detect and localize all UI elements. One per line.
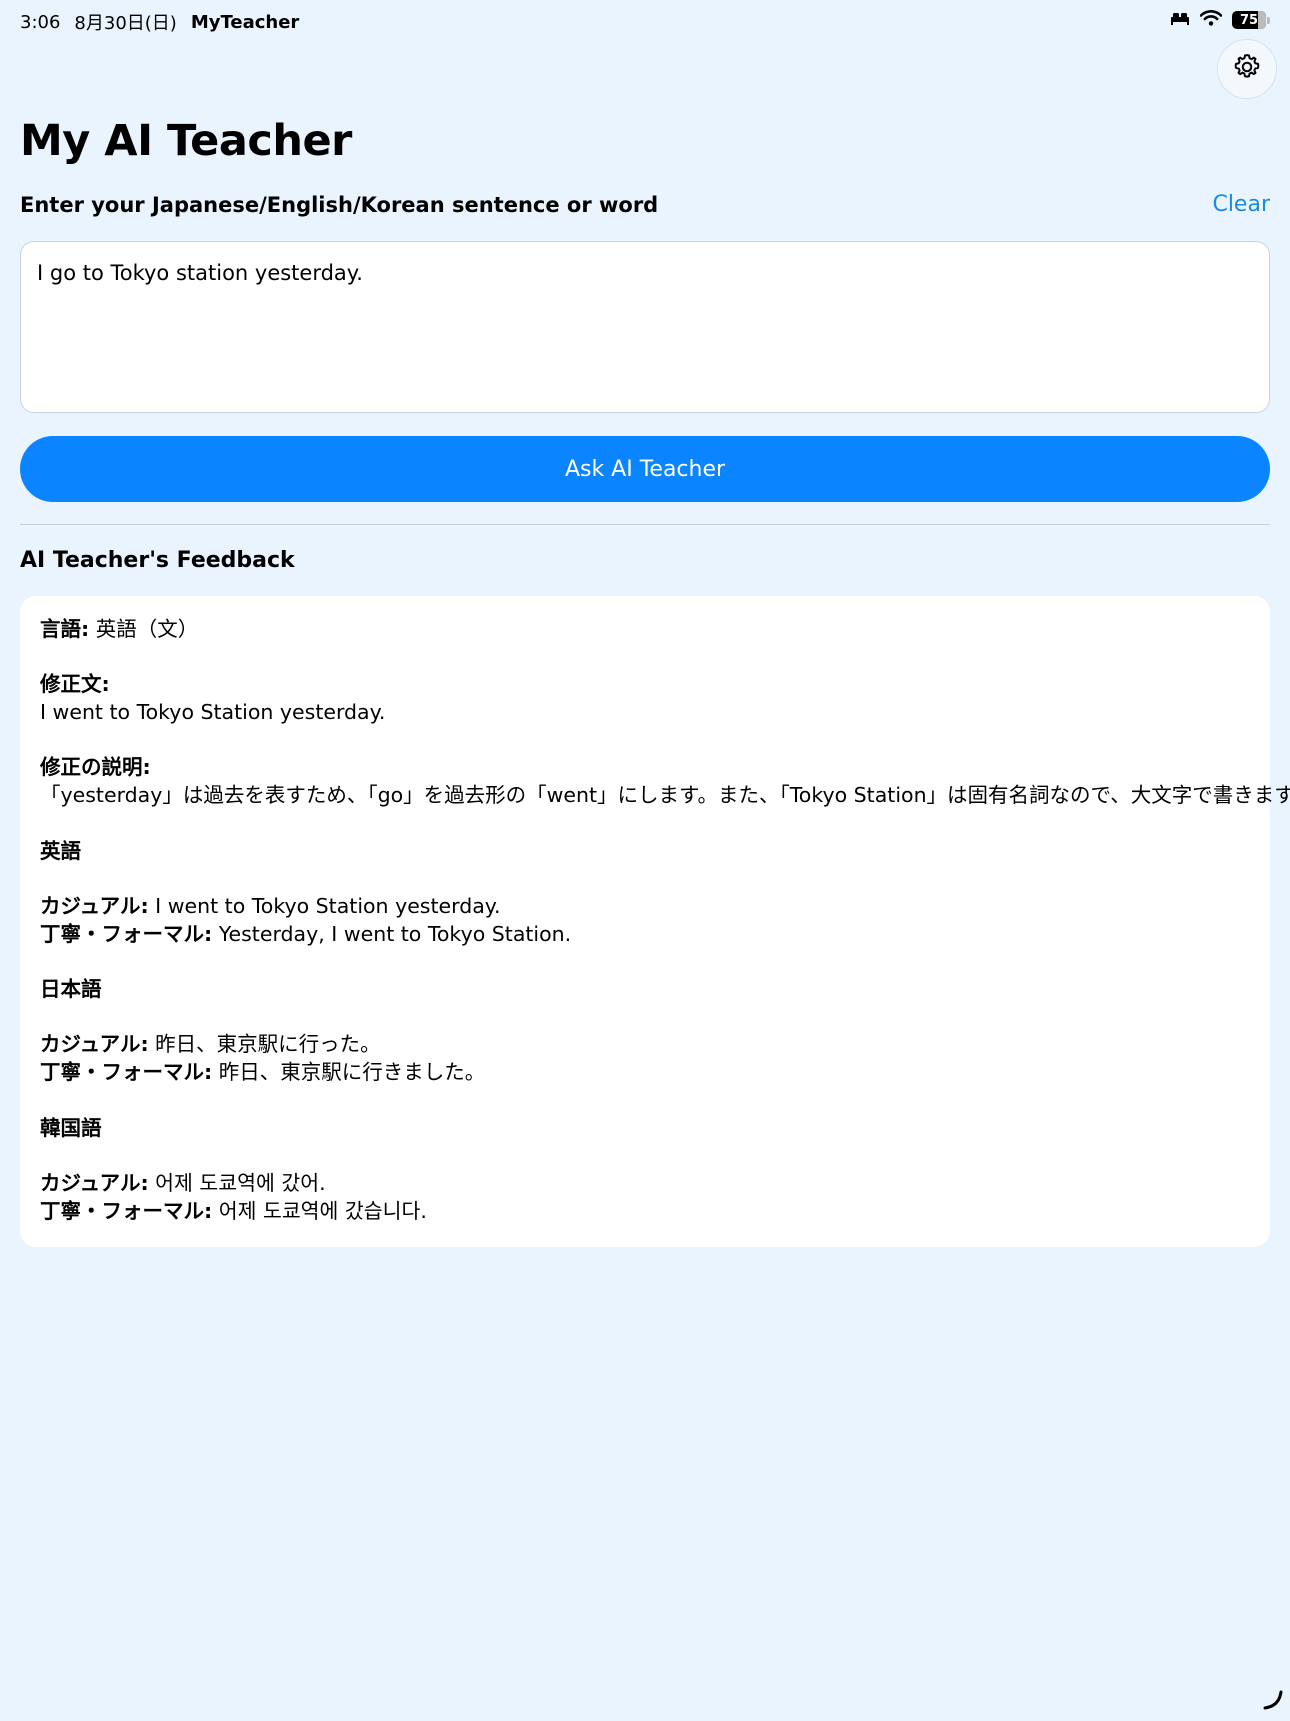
formal-value: Yesterday, I went to Tokyo Station. — [212, 921, 572, 946]
corrected-label-line: 修正文: — [40, 671, 1250, 699]
status-app-name: MyTeacher — [190, 11, 300, 33]
status-time: 3:06 — [20, 11, 61, 33]
japanese-formal: 丁寧・フォーマル: 昨日、東京駅に行きました。 — [40, 1059, 1250, 1087]
explanation-label: 修正の説明: — [40, 755, 151, 780]
section-title-korean: 韓国語 — [40, 1115, 1250, 1143]
resize-handle-icon[interactable] — [1262, 1689, 1284, 1715]
casual-label: カジュアル: — [40, 1170, 149, 1195]
corrected-value: I went to Tokyo Station yesterday. — [40, 700, 386, 725]
status-bar: 3:06 8月30日(日) MyTeacher 75 — [0, 0, 1290, 40]
korean-casual: カジュアル: 어제 도쿄역에 갔어. — [40, 1170, 1250, 1198]
input-label: Enter your Japanese/English/Korean sente… — [20, 193, 659, 217]
casual-label: カジュアル: — [40, 1032, 149, 1057]
page-title: My AI Teacher — [20, 116, 352, 166]
feedback-card: 言語: 英語（文） 修正文: I went to Tokyo Station y… — [20, 596, 1290, 1247]
ask-ai-teacher-button[interactable]: Ask AI Teacher — [20, 436, 1270, 502]
english-formal: 丁寧・フォーマル: Yesterday, I went to Tokyo Sta… — [40, 921, 1250, 949]
divider — [20, 524, 1270, 525]
status-right: 75 — [1170, 10, 1270, 30]
casual-value: 昨日、東京駅に行った。 — [148, 1032, 381, 1057]
english-casual: カジュアル: I went to Tokyo Station yesterday… — [40, 893, 1250, 921]
feedback-language: 言語: 英語（文） — [40, 616, 1250, 644]
clear-button[interactable]: Clear — [1212, 192, 1270, 217]
formal-value: 昨日、東京駅に行きました。 — [212, 1060, 486, 1085]
section-title-text: 日本語 — [40, 977, 102, 1002]
battery-icon: 75 — [1232, 11, 1270, 29]
formal-label: 丁寧・フォーマル: — [40, 1060, 213, 1085]
language-value: 英語（文） — [89, 617, 199, 641]
explanation-value: 「yesterday」は過去を表すため、「go」を過去形の「went」にします。… — [40, 783, 1290, 808]
section-title-text: 韓国語 — [40, 1115, 102, 1140]
korean-formal: 丁寧・フォーマル: 어제 도쿄역에 갔습니다. — [40, 1198, 1250, 1226]
feedback-heading: AI Teacher's Feedback — [20, 548, 295, 573]
casual-label: カジュアル: — [40, 893, 149, 918]
language-label: 言語: — [40, 617, 90, 641]
sleep-mode-icon — [1170, 10, 1190, 30]
status-date: 8月30日(日) — [74, 13, 177, 34]
casual-value: 어제 도쿄역에 갔어. — [148, 1170, 326, 1195]
settings-button[interactable] — [1217, 39, 1277, 99]
battery-level: 75 — [1239, 12, 1259, 28]
japanese-casual: カジュアル: 昨日、東京駅に行った。 — [40, 1031, 1250, 1059]
section-title-japanese: 日本語 — [40, 976, 1250, 1004]
formal-label: 丁寧・フォーマル: — [40, 921, 213, 946]
wifi-icon — [1199, 10, 1223, 30]
formal-value: 어제 도쿄역에 갔습니다. — [212, 1198, 427, 1223]
corrected-label: 修正文: — [40, 672, 110, 697]
casual-value: I went to Tokyo Station yesterday. — [148, 893, 501, 918]
explanation-label-line: 修正の説明: — [40, 754, 1250, 782]
section-title-text: 英語 — [40, 838, 81, 863]
formal-label: 丁寧・フォーマル: — [40, 1198, 213, 1223]
status-left: 3:06 8月30日(日) MyTeacher — [20, 9, 299, 35]
gear-icon — [1232, 52, 1262, 86]
section-title-english: 英語 — [40, 838, 1250, 866]
sentence-input[interactable]: I go to Tokyo station yesterday. — [20, 241, 1270, 413]
